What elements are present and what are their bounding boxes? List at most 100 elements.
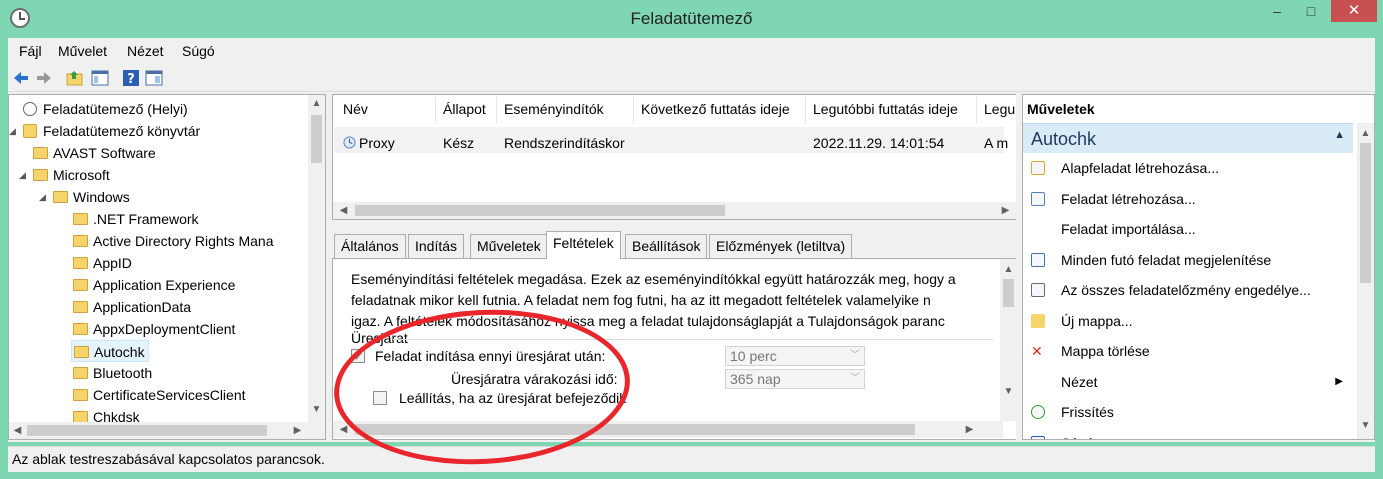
tree-item[interactable]: ApplicationData: [71, 296, 194, 318]
scroll-down-icon[interactable]: ▼: [1000, 383, 1017, 400]
tree-item[interactable]: ◢ Microsoft: [19, 164, 113, 186]
idle-wait-select[interactable]: 365 nap ﹀: [725, 369, 865, 389]
maximize-button[interactable]: □: [1297, 0, 1325, 22]
cell-last-run: 2022.11.29. 14:01:54: [813, 135, 945, 151]
action-item[interactable]: Feladat importálása...: [1023, 214, 1353, 244]
tab-general[interactable]: Általános: [334, 234, 406, 258]
tree-item[interactable]: Application Experience: [71, 274, 238, 296]
forward-arrow-icon[interactable]: [35, 69, 53, 87]
scroll-left-icon[interactable]: ◀: [335, 421, 352, 438]
tab-triggers[interactable]: Indítás: [408, 234, 465, 258]
actions-section-autochk[interactable]: Autochk ▲: [1023, 123, 1353, 153]
scroll-up-icon[interactable]: ▲: [1357, 125, 1374, 142]
scroll-right-icon[interactable]: ▶: [997, 202, 1014, 219]
scroll-up-icon[interactable]: ▲: [308, 95, 325, 112]
menu-action[interactable]: Művelet: [58, 43, 107, 59]
column-header-triggers[interactable]: Eseményindítók: [504, 101, 604, 117]
tree-horizontal-scrollbar[interactable]: ◀ ▶: [9, 422, 309, 439]
tree-item[interactable]: Feladatütemező (Helyi): [21, 98, 191, 120]
action-item[interactable]: Feladat létrehozása...: [1023, 184, 1353, 214]
back-arrow-icon[interactable]: [12, 69, 30, 87]
tree-item[interactable]: Bluetooth: [71, 362, 155, 384]
basic-task-icon: [1031, 161, 1045, 175]
cell-status: Kész: [443, 135, 475, 151]
action-item[interactable]: Súgó: [1023, 428, 1353, 440]
tree-item-label: Application Experience: [93, 277, 236, 293]
list-horizontal-scrollbar[interactable]: ◀ ▶: [333, 202, 1017, 219]
action-item[interactable]: Minden futó feladat megjelenítése: [1023, 245, 1353, 275]
tree-item[interactable]: CertificateServicesClient: [71, 384, 249, 406]
idle-start-select[interactable]: 10 perc ﹀: [725, 346, 865, 366]
toolbar: ?: [8, 64, 1375, 92]
scroll-up-icon[interactable]: ▲: [1000, 261, 1017, 278]
folder-icon: [33, 147, 48, 159]
scroll-down-icon[interactable]: ▼: [308, 401, 325, 418]
tree-item[interactable]: ◢ Windows: [39, 186, 133, 208]
column-header-last-result[interactable]: Legu: [984, 101, 1015, 117]
action-item[interactable]: Alapfeladat létrehozása...: [1023, 153, 1353, 183]
action-item-label: Frissítés: [1061, 404, 1114, 420]
delete-icon: ✕: [1031, 343, 1043, 359]
up-folder-icon[interactable]: [66, 69, 84, 87]
conditions-vertical-scrollbar[interactable]: ▲ ▼: [1000, 259, 1017, 421]
folder-tree[interactable]: Feladatütemező (Helyi) ◢ Feladatütemező kö…: [8, 94, 326, 440]
actions-vertical-scrollbar[interactable]: ▲ ▼: [1357, 123, 1374, 439]
collapse-icon[interactable]: ▲: [1334, 129, 1345, 141]
tab-history[interactable]: Előzmények (letiltva): [709, 234, 853, 258]
history-icon: [1031, 283, 1045, 297]
tree-item[interactable]: .NET Framework: [71, 208, 202, 230]
expand-arrow-icon[interactable]: ◢: [9, 120, 19, 142]
tree-item-label: Autochk: [94, 344, 145, 360]
minimize-button[interactable]: –: [1263, 0, 1291, 22]
expand-arrow-icon[interactable]: ◢: [19, 164, 29, 186]
close-button[interactable]: ✕: [1331, 0, 1377, 22]
action-item[interactable]: Nézet ▶: [1023, 367, 1353, 397]
show-hide-action-pane-icon[interactable]: [145, 69, 163, 87]
tree-vertical-scrollbar[interactable]: ▲ ▼: [308, 95, 325, 439]
description-line: igaz. A feltételek módosításához nyissa …: [351, 313, 945, 329]
action-item-label: Súgó: [1061, 428, 1094, 440]
idle-start-checkbox[interactable]: [351, 349, 365, 363]
scroll-down-icon[interactable]: ▼: [1357, 417, 1374, 434]
menu-help[interactable]: Súgó: [182, 43, 215, 59]
chevron-down-icon: ﹀: [850, 373, 860, 384]
action-item[interactable]: Az összes feladatelőzmény engedélye...: [1023, 275, 1353, 305]
action-item[interactable]: Új mappa...: [1023, 306, 1353, 336]
menu-view[interactable]: Nézet: [127, 43, 164, 59]
description-line: feladatnak mikor kell futnia. A feladat …: [351, 292, 931, 308]
scroll-right-icon[interactable]: ▶: [961, 421, 978, 438]
show-hide-tree-icon[interactable]: [91, 69, 109, 87]
tree-item[interactable]: Autochk: [71, 340, 149, 362]
tab-settings[interactable]: Beállítások: [625, 234, 708, 258]
tab-actions[interactable]: Műveletek: [470, 234, 548, 258]
tree-item[interactable]: ◢ Feladatütemező könyvtár: [9, 120, 203, 142]
action-item[interactable]: ✕ Mappa törlése: [1023, 336, 1353, 366]
folder-icon: [33, 169, 48, 181]
folder-icon: [73, 367, 88, 379]
scroll-left-icon[interactable]: ◀: [335, 202, 352, 219]
folder-icon: [73, 235, 88, 247]
tree-item-label: Feladatütemező (Helyi): [43, 101, 188, 117]
column-header-status[interactable]: Állapot: [443, 101, 486, 117]
scroll-right-icon[interactable]: ▶: [289, 422, 306, 439]
column-header-name[interactable]: Név: [343, 101, 368, 117]
action-item[interactable]: Frissítés: [1023, 397, 1353, 427]
task-list[interactable]: Név Állapot Eseményindítók Következő fut…: [332, 94, 1018, 220]
section-title: Autochk: [1031, 129, 1097, 149]
expand-arrow-icon[interactable]: ◢: [39, 186, 49, 208]
column-header-next-run[interactable]: Következő futtatás ideje: [641, 101, 790, 117]
conditions-horizontal-scrollbar[interactable]: ◀ ▶: [333, 421, 1003, 438]
title-bar[interactable]: Feladatütemező – □ ✕: [0, 0, 1383, 38]
menu-file[interactable]: Fájl: [19, 43, 42, 59]
tree-item[interactable]: AVAST Software: [31, 142, 159, 164]
status-bar: Az ablak testreszabásával kapcsolatos pa…: [8, 446, 1375, 472]
tree-item[interactable]: AppID: [71, 252, 135, 274]
tab-conditions[interactable]: Feltételek: [546, 231, 621, 259]
scroll-left-icon[interactable]: ◀: [9, 422, 26, 439]
stop-on-idle-end-checkbox[interactable]: [373, 391, 387, 405]
tree-item[interactable]: Active Directory Rights Mana: [71, 230, 277, 252]
help-icon[interactable]: ?: [122, 69, 140, 87]
tree-item[interactable]: AppxDeploymentClient: [71, 318, 238, 340]
tree-item-label: ApplicationData: [93, 299, 192, 315]
column-header-last-run[interactable]: Legutóbbi futtatás ideje: [813, 101, 958, 117]
